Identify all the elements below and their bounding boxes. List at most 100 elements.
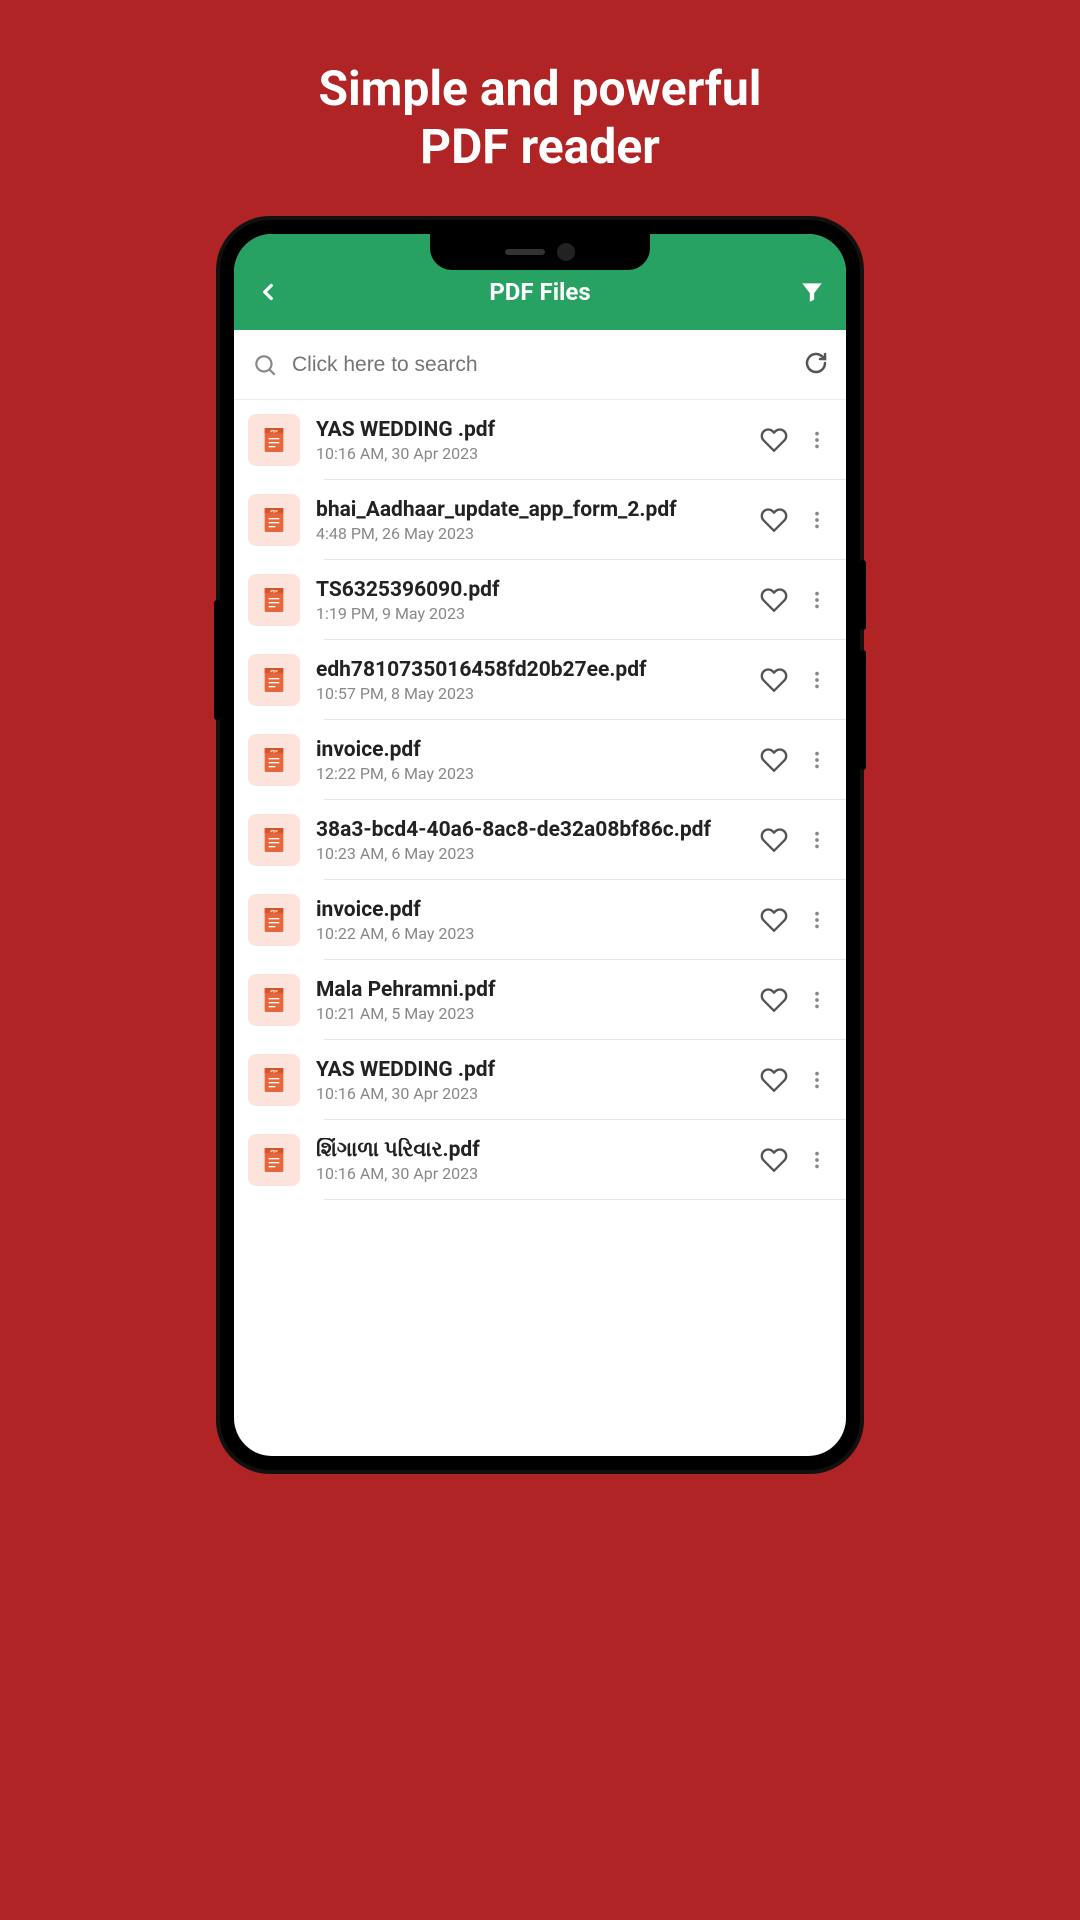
pdf-file-icon: PDF [258, 904, 290, 936]
file-date: 12:22 PM, 6 May 2023 [316, 764, 744, 783]
file-name: bhai_Aadhaar_update_app_form_2.pdf [316, 498, 744, 522]
more-vertical-icon [806, 1149, 828, 1171]
heart-icon [760, 666, 788, 694]
phone-frame: PDF Files PDF YAS WEDDING .pdf 10:16 AM,… [220, 220, 860, 1470]
favorite-button[interactable] [760, 506, 788, 534]
file-icon: PDF [248, 414, 300, 466]
notch [430, 234, 650, 270]
file-actions [760, 426, 828, 454]
back-button[interactable] [252, 276, 284, 308]
search-input[interactable] [292, 353, 790, 377]
file-item[interactable]: PDF edh7810735016458fd20b27ee.pdf 10:57 … [234, 640, 846, 720]
file-icon: PDF [248, 574, 300, 626]
heart-icon [760, 506, 788, 534]
more-button[interactable] [806, 1069, 828, 1091]
file-item[interactable]: PDF 38a3-bcd4-40a6-8ac8-de32a08bf86c.pdf… [234, 800, 846, 880]
file-date: 10:57 PM, 8 May 2023 [316, 684, 744, 703]
more-button[interactable] [806, 589, 828, 611]
more-vertical-icon [806, 429, 828, 451]
file-info: YAS WEDDING .pdf 10:16 AM, 30 Apr 2023 [316, 418, 744, 463]
file-actions [760, 906, 828, 934]
more-vertical-icon [806, 589, 828, 611]
side-button [860, 650, 866, 770]
more-button[interactable] [806, 1149, 828, 1171]
file-item[interactable]: PDF bhai_Aadhaar_update_app_form_2.pdf 4… [234, 480, 846, 560]
svg-text:PDF: PDF [270, 509, 278, 514]
heart-icon [760, 826, 788, 854]
notch-speaker [505, 249, 545, 255]
favorite-button[interactable] [760, 1146, 788, 1174]
promo-title: Simple and powerful PDF reader [0, 0, 1080, 175]
more-button[interactable] [806, 669, 828, 691]
pdf-file-icon: PDF [258, 1144, 290, 1176]
more-vertical-icon [806, 909, 828, 931]
more-button[interactable] [806, 509, 828, 531]
favorite-button[interactable] [760, 586, 788, 614]
file-name: YAS WEDDING .pdf [316, 1058, 744, 1082]
refresh-icon [804, 351, 828, 375]
more-vertical-icon [806, 989, 828, 1011]
favorite-button[interactable] [760, 906, 788, 934]
file-date: 10:16 AM, 30 Apr 2023 [316, 1084, 744, 1103]
filter-icon [799, 279, 825, 305]
heart-icon [760, 586, 788, 614]
file-name: edh7810735016458fd20b27ee.pdf [316, 658, 744, 682]
pdf-file-icon: PDF [258, 744, 290, 776]
file-list[interactable]: PDF YAS WEDDING .pdf 10:16 AM, 30 Apr 20… [234, 400, 846, 1200]
svg-text:PDF: PDF [270, 829, 278, 834]
file-actions [760, 666, 828, 694]
file-info: શિંગાળા પરિવાર.pdf 10:16 AM, 30 Apr 2023 [316, 1138, 744, 1183]
chevron-left-icon [255, 279, 281, 305]
file-info: invoice.pdf 10:22 AM, 6 May 2023 [316, 898, 744, 943]
file-item[interactable]: PDF YAS WEDDING .pdf 10:16 AM, 30 Apr 20… [234, 400, 846, 480]
more-button[interactable] [806, 909, 828, 931]
file-icon: PDF [248, 974, 300, 1026]
file-date: 1:19 PM, 9 May 2023 [316, 604, 744, 623]
file-item[interactable]: PDF TS6325396090.pdf 1:19 PM, 9 May 2023 [234, 560, 846, 640]
file-info: invoice.pdf 12:22 PM, 6 May 2023 [316, 738, 744, 783]
file-icon: PDF [248, 894, 300, 946]
file-name: YAS WEDDING .pdf [316, 418, 744, 442]
more-button[interactable] [806, 749, 828, 771]
more-button[interactable] [806, 829, 828, 851]
filter-button[interactable] [796, 276, 828, 308]
file-icon: PDF [248, 494, 300, 546]
file-item[interactable]: PDF શિંગાળા પરિવાર.pdf 10:16 AM, 30 Apr … [234, 1120, 846, 1200]
file-name: 38a3-bcd4-40a6-8ac8-de32a08bf86c.pdf [316, 818, 744, 842]
pdf-file-icon: PDF [258, 984, 290, 1016]
pdf-file-icon: PDF [258, 504, 290, 536]
heart-icon [760, 1146, 788, 1174]
more-vertical-icon [806, 1069, 828, 1091]
file-name: invoice.pdf [316, 898, 744, 922]
file-actions [760, 826, 828, 854]
svg-text:PDF: PDF [270, 1149, 278, 1154]
svg-text:PDF: PDF [270, 669, 278, 674]
refresh-button[interactable] [804, 351, 828, 379]
file-item[interactable]: PDF invoice.pdf 12:22 PM, 6 May 2023 [234, 720, 846, 800]
favorite-button[interactable] [760, 986, 788, 1014]
file-info: edh7810735016458fd20b27ee.pdf 10:57 PM, … [316, 658, 744, 703]
favorite-button[interactable] [760, 746, 788, 774]
svg-text:PDF: PDF [270, 429, 278, 434]
file-actions [760, 986, 828, 1014]
more-button[interactable] [806, 429, 828, 451]
file-item[interactable]: PDF YAS WEDDING .pdf 10:16 AM, 30 Apr 20… [234, 1040, 846, 1120]
file-item[interactable]: PDF Mala Pehramni.pdf 10:21 AM, 5 May 20… [234, 960, 846, 1040]
search-bar [234, 330, 846, 400]
file-date: 10:21 AM, 5 May 2023 [316, 1004, 744, 1023]
file-actions [760, 586, 828, 614]
side-button [214, 600, 220, 720]
promo-line1: Simple and powerful [0, 60, 1080, 118]
file-icon: PDF [248, 1134, 300, 1186]
svg-text:PDF: PDF [270, 1069, 278, 1074]
file-item[interactable]: PDF invoice.pdf 10:22 AM, 6 May 2023 [234, 880, 846, 960]
favorite-button[interactable] [760, 426, 788, 454]
favorite-button[interactable] [760, 826, 788, 854]
file-info: 38a3-bcd4-40a6-8ac8-de32a08bf86c.pdf 10:… [316, 818, 744, 863]
pdf-file-icon: PDF [258, 664, 290, 696]
favorite-button[interactable] [760, 1066, 788, 1094]
more-button[interactable] [806, 989, 828, 1011]
file-date: 10:23 AM, 6 May 2023 [316, 844, 744, 863]
pdf-file-icon: PDF [258, 424, 290, 456]
favorite-button[interactable] [760, 666, 788, 694]
